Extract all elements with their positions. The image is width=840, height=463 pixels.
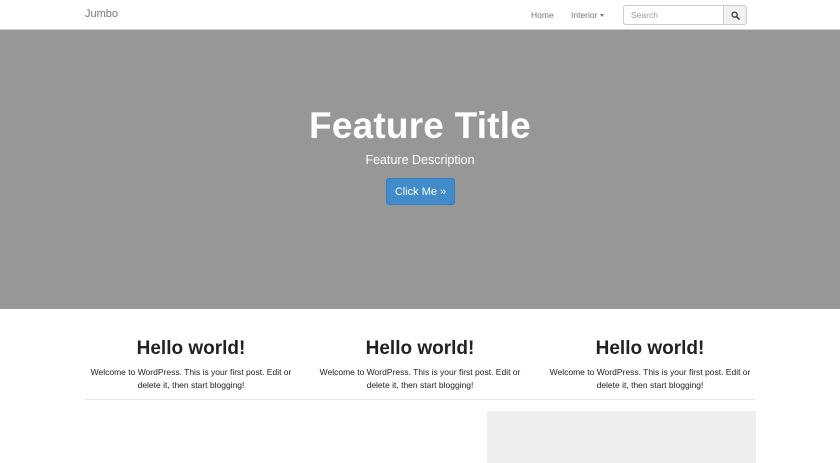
post-excerpt: Welcome to WordPress. This is your first… (549, 367, 751, 390)
nav-link-interior-dropdown[interactable]: Interior (571, 10, 605, 20)
post-excerpt: Welcome to WordPress. This is your first… (319, 367, 521, 390)
caret-down-icon (600, 14, 605, 18)
post-title[interactable]: Hello world! (305, 338, 535, 360)
post-column: Hello world! Welcome to WordPress. This … (535, 338, 765, 391)
hero-jumbotron: Feature Title Feature Description Click … (0, 30, 840, 309)
sidebar-panel (487, 411, 756, 463)
hero-title: Feature Title (309, 105, 531, 146)
search-icon (730, 10, 740, 20)
search-form (623, 5, 747, 25)
hero-description: Feature Description (365, 153, 475, 167)
nav-interior-label: Interior (571, 10, 598, 20)
section-divider (85, 399, 755, 400)
nav-link-home[interactable]: Home (531, 10, 554, 20)
post-title[interactable]: Hello world! (535, 338, 765, 360)
brand-link[interactable]: Jumbo (85, 8, 118, 20)
post-excerpt: Welcome to WordPress. This is your first… (90, 367, 292, 390)
click-me-button[interactable]: Click Me » (386, 178, 455, 205)
post-column: Hello world! Welcome to WordPress. This … (76, 338, 306, 391)
post-title[interactable]: Hello world! (76, 338, 306, 360)
search-button[interactable] (723, 5, 747, 25)
search-input[interactable] (623, 5, 723, 25)
top-navbar: Jumbo Home Interior (0, 0, 840, 30)
post-column: Hello world! Welcome to WordPress. This … (305, 338, 535, 391)
